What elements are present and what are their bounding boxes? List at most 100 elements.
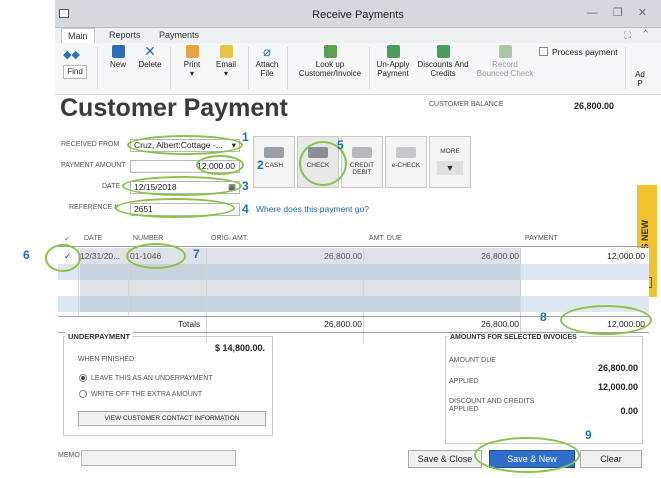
write-off-radio[interactable] (79, 390, 87, 398)
tab-payments[interactable]: Payments (153, 28, 205, 43)
table-row-empty (58, 296, 649, 312)
print-label: Print (183, 60, 201, 69)
lookup-icon (323, 45, 337, 58)
divider (248, 47, 249, 89)
divider (287, 47, 288, 89)
echeck-method-button[interactable]: e-CHECK (385, 136, 427, 188)
paperclip-icon: ⌀ (263, 44, 271, 59)
received-from-dropdown[interactable]: Cruz, Albert:Cottage -... ▾ (130, 139, 240, 152)
divider (170, 47, 171, 89)
divider (78, 248, 79, 316)
more-methods-button[interactable]: MORE ▼ (429, 136, 471, 188)
save-new-button[interactable]: Save & New (489, 450, 575, 468)
record-label: Record Bounced Check (476, 60, 534, 78)
customer-balance-value: 26,800.00 (574, 101, 615, 111)
window-controls[interactable]: — ❐ ✕ (587, 6, 653, 19)
row-amt-due: 26,800.00 (481, 251, 519, 261)
memo-label: MEMO (58, 452, 80, 459)
cash-label: CASH (264, 162, 284, 169)
chevron-down-icon: ▾ (231, 140, 236, 150)
lookup-label: Look up Customer/Invoice (298, 60, 362, 78)
divider (58, 246, 649, 247)
new-button[interactable]: New (105, 45, 131, 69)
discounts-label: Discounts And Credits (417, 60, 469, 78)
unapply-payment-button[interactable]: Un-Apply Payment (373, 45, 413, 78)
payment-amount-label: PAYMENT AMOUNT (61, 162, 126, 169)
email-label: Email (215, 60, 236, 69)
delete-x-icon: ✕ (144, 43, 156, 59)
payment-amount-input[interactable]: 12,000.00 (130, 160, 240, 173)
discount-credits-value: 0.00 (620, 406, 638, 416)
leave-underpayment-label: LEAVE THIS AS AN UNDERPAYMENT (91, 375, 213, 382)
chevron-down-icon: ▼ (437, 161, 463, 175)
process-payment-checkbox[interactable] (539, 47, 548, 56)
memo-input[interactable] (81, 450, 236, 466)
check-label: CHECK (306, 162, 330, 169)
lookup-button[interactable]: Look up Customer/Invoice (295, 45, 365, 78)
annotation-number: 3 (242, 179, 249, 193)
echeck-label: e-CHECK (391, 162, 421, 169)
divider (128, 248, 129, 316)
annotation-number: 5 (337, 138, 344, 152)
write-off-label: WRITE OFF THE EXTRA AMOUNT (91, 391, 203, 398)
credit-card-icon (352, 147, 372, 158)
where-payment-goes-link[interactable]: Where does this payment go? (256, 204, 369, 214)
when-finished-label: WHEN FINISHED: (78, 356, 136, 363)
received-from-value: Cruz, Albert:Cottage -... (134, 140, 223, 150)
underpayment-amount: $ 14,800.00. (215, 343, 266, 353)
annotation-number: 8 (540, 310, 547, 324)
record-bounced-check-button[interactable]: Record Bounced Check (475, 45, 535, 78)
envelope-icon (219, 45, 233, 58)
radio-dot (81, 376, 85, 380)
customer-balance-label: CUSTOMER BALANCE (429, 101, 504, 108)
totals-row: Totals 26,800.00 26,800.00 12,000.00 (58, 316, 649, 332)
applied-value: 12,000.00 (597, 382, 638, 392)
find-button[interactable]: Find (63, 65, 87, 79)
header-orig-amt: ORIG. AMT. (211, 235, 249, 242)
tab-reports[interactable]: Reports (103, 28, 147, 43)
discounts-credits-button[interactable]: Discounts And Credits (415, 45, 471, 78)
view-contact-info-button[interactable]: VIEW CUSTOMER CONTACT INFORMATION (78, 411, 266, 426)
window-title: Receive Payments (312, 9, 404, 21)
divider (369, 47, 370, 89)
add-partial-button[interactable]: Ad P (633, 70, 647, 88)
tab-main[interactable]: Main (61, 28, 95, 43)
ribbon-toggle-icons[interactable]: ⛶ ⌃ (624, 30, 653, 41)
row-payment[interactable]: 12,000.00 (522, 248, 645, 264)
more-label: MORE (440, 148, 460, 155)
annotation-number: 4 (242, 202, 249, 216)
underpayment-radio[interactable] (79, 374, 87, 382)
print-button[interactable]: Print ▾ (179, 45, 205, 78)
received-from-label: RECEIVED FROM (61, 141, 120, 148)
date-input[interactable]: 12/15/2018 ▦ (130, 181, 240, 194)
amounts-title: AMOUNTS FOR SELECTED INVOICES (447, 334, 580, 341)
page-title: Customer Payment (60, 94, 288, 122)
calendar-icon[interactable]: ▦ (228, 182, 236, 193)
credit-debit-method-button[interactable]: CREDIT DEBIT (341, 136, 383, 188)
header-payment: PAYMENT (525, 235, 558, 242)
printer-icon (185, 45, 199, 58)
date-label: DATE (102, 183, 121, 190)
annotation-number: 2 (257, 158, 264, 172)
table-row[interactable]: ✓ 12/31/20... 01-1046 26,800.00 26,800.0… (58, 248, 649, 264)
unapply-icon (386, 45, 400, 58)
header-check: ✓ (64, 236, 70, 243)
bounced-check-icon (498, 45, 512, 58)
attach-file-button[interactable]: ⌀ Attach File (253, 45, 281, 78)
check-method-button[interactable]: CHECK (297, 136, 339, 188)
delete-button[interactable]: ✕ Delete (135, 43, 165, 69)
save-close-button[interactable]: Save & Close (408, 450, 482, 468)
applied-label: APPLIED (449, 378, 479, 385)
header-amt-due: AMT. DUE (369, 235, 402, 242)
prev-next-arrows-icon[interactable]: ◆◆ (63, 48, 80, 61)
clear-button[interactable]: Clear (580, 450, 642, 468)
tab-bar: Main Reports Payments ⛶ ⌃ (55, 28, 661, 43)
divider (625, 47, 626, 89)
cash-icon (264, 147, 284, 158)
row-orig-amt: 26,800.00 (324, 251, 362, 261)
table-row-empty (58, 280, 649, 296)
email-button[interactable]: Email ▾ (212, 45, 240, 78)
reference-input[interactable]: 2651 (130, 203, 240, 216)
new-label: New (109, 60, 126, 69)
row-checkbox[interactable]: ✓ (64, 248, 71, 264)
